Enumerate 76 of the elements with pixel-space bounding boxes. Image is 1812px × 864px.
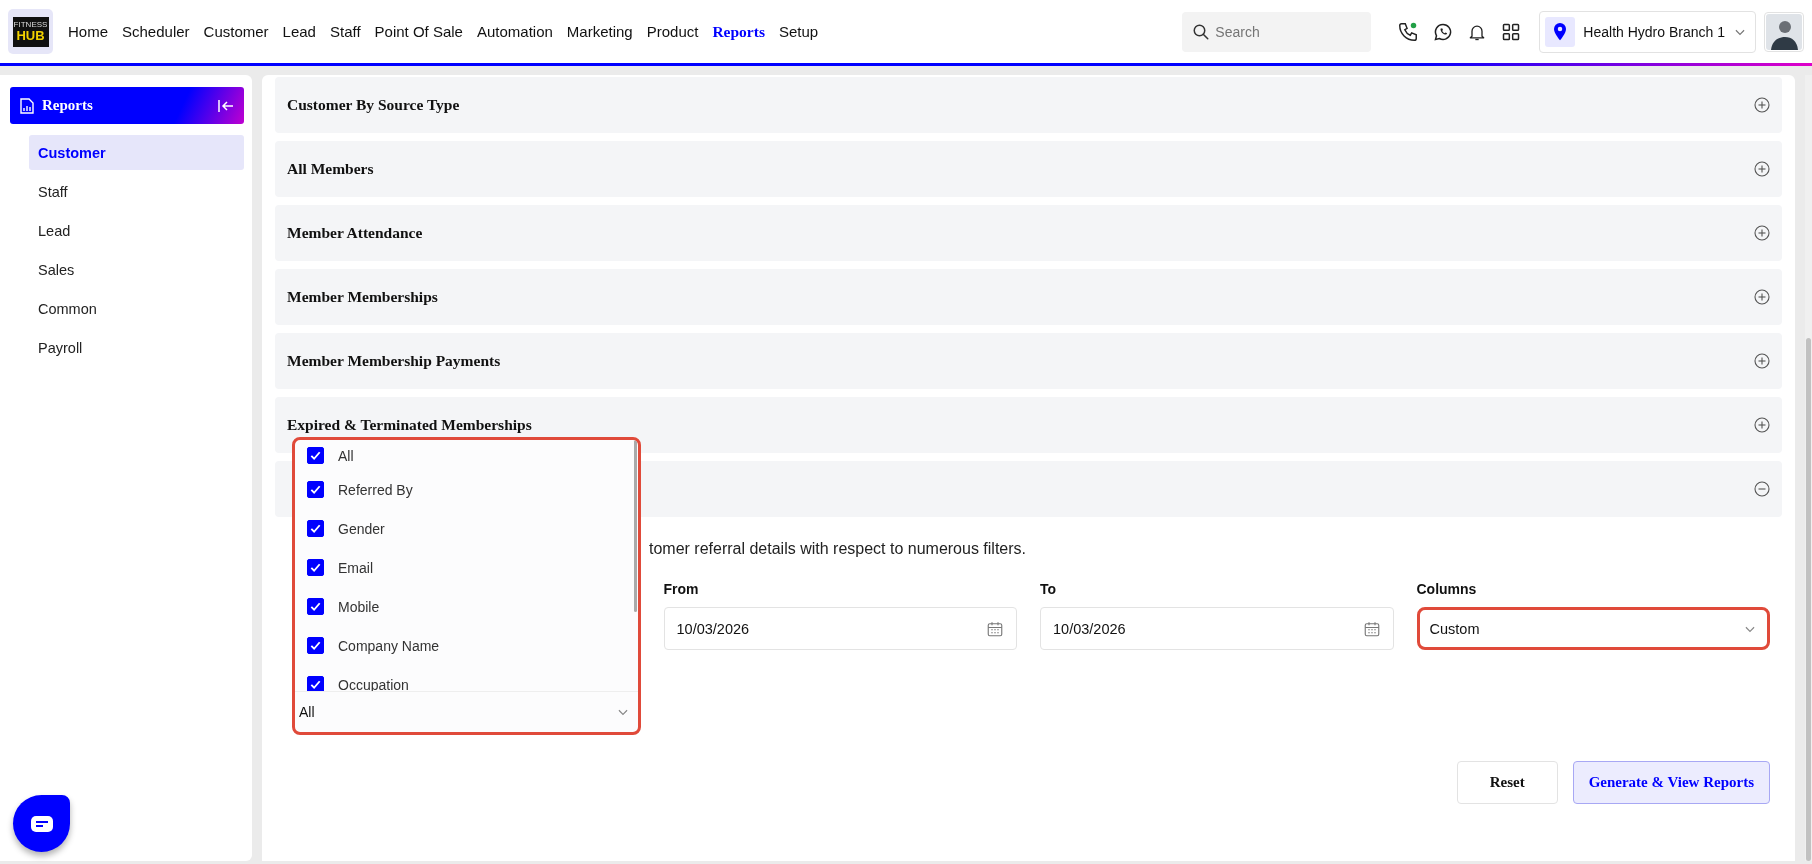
search-field[interactable]: Search	[1182, 11, 1372, 52]
nav-link[interactable]: Home	[61, 22, 115, 41]
logo-text: HUB	[16, 29, 45, 42]
sidebar-title: Reports	[42, 97, 93, 114]
checkmark-icon	[309, 678, 322, 691]
accordion-header[interactable]: Customer By Source Type	[275, 77, 1782, 133]
nav-link[interactable]: Reports	[705, 22, 772, 41]
nav-link[interactable]: Point Of Sale	[367, 22, 470, 41]
message-icon	[29, 813, 54, 834]
collapse-icon[interactable]	[218, 98, 234, 113]
generate-button[interactable]: Generate & View Reports	[1572, 761, 1770, 804]
expand-circle-icon	[1754, 225, 1770, 241]
sidebar-item[interactable]: Sales	[29, 252, 244, 287]
columns-select[interactable]: Custom	[1416, 607, 1770, 650]
dropdown-option[interactable]: Email	[304, 548, 607, 587]
branch-selector[interactable]: Health Hydro Branch 1	[1539, 10, 1756, 53]
sidebar-item[interactable]: Common	[29, 291, 244, 326]
avatar[interactable]	[1764, 11, 1804, 52]
accordion-header[interactable]: Member Memberships	[275, 269, 1782, 325]
nav-link[interactable]: Marketing	[559, 22, 640, 41]
collapse-circle-icon	[1754, 481, 1770, 497]
nav-link[interactable]: Customer	[196, 22, 276, 41]
nav-link[interactable]: Product	[639, 22, 706, 41]
dropdown-option[interactable]: Mobile	[304, 587, 607, 626]
checkbox[interactable]	[307, 676, 324, 691]
sidebar-item[interactable]: Lead	[29, 213, 244, 248]
checkmark-icon	[309, 561, 322, 574]
accordion-header[interactable]: Member Attendance	[275, 205, 1782, 261]
phone-icon[interactable]	[1397, 20, 1420, 43]
logo[interactable]: FITNESS HUB	[8, 9, 53, 54]
field-label: To	[1040, 581, 1058, 597]
scroll-thumb[interactable]	[634, 440, 637, 612]
checkmark-icon	[309, 449, 322, 462]
sidebar-item[interactable]: Customer	[29, 135, 244, 170]
nav-link[interactable]: Automation	[469, 22, 560, 41]
checkbox[interactable]	[307, 447, 324, 464]
grid-icon[interactable]	[1501, 21, 1522, 42]
expand-circle-icon	[1754, 97, 1770, 113]
checkmark-icon	[309, 639, 322, 652]
chat-bubble-icon[interactable]	[1433, 21, 1454, 42]
field-label: Columns	[1416, 581, 1478, 597]
logo-text: FITNESS	[13, 21, 48, 29]
nav-link[interactable]: Scheduler	[115, 22, 197, 41]
sidebar-item[interactable]: Payroll	[29, 330, 244, 365]
checkmark-icon	[309, 483, 322, 496]
expand-circle-icon	[1754, 417, 1770, 433]
dropdown-option[interactable]: Referred By	[304, 470, 607, 509]
report-description: tomer referral details with respect to numerous filters.	[649, 540, 1028, 558]
checkbox[interactable]	[307, 637, 324, 654]
expand-circle-icon	[1754, 289, 1770, 305]
date-field[interactable]: 10/03/2026	[663, 607, 1017, 650]
nav-link[interactable]: Lead	[275, 22, 323, 41]
dropdown-option[interactable]: Gender	[304, 509, 607, 548]
accordion-header[interactable]: Member Membership Payments	[275, 333, 1782, 389]
checkmark-icon	[309, 600, 322, 613]
report-file-icon	[20, 97, 34, 114]
field-label: From	[663, 581, 700, 597]
sidebar-item[interactable]: Staff	[29, 174, 244, 209]
expand-circle-icon	[1754, 161, 1770, 177]
nav-link[interactable]: Setup	[771, 22, 826, 41]
checkbox[interactable]	[307, 520, 324, 537]
date-field[interactable]: 10/03/2026	[1040, 607, 1394, 650]
calendar-icon	[986, 619, 1004, 638]
calendar-icon	[1362, 619, 1381, 638]
checkbox[interactable]	[307, 598, 324, 615]
search-icon	[1192, 22, 1211, 41]
expand-circle-icon	[1754, 353, 1770, 369]
reset-button[interactable]: Reset	[1456, 761, 1558, 804]
accordion-header[interactable]: All Members	[275, 141, 1782, 197]
checkbox[interactable]	[307, 559, 324, 576]
checkmark-icon	[309, 522, 322, 535]
dropdown-option[interactable]: Company Name	[304, 626, 607, 665]
checkbox[interactable]	[307, 481, 324, 498]
nav-link[interactable]: Staff	[322, 22, 368, 41]
scroll-thumb[interactable]	[1806, 338, 1811, 861]
select-value: All	[299, 704, 315, 720]
